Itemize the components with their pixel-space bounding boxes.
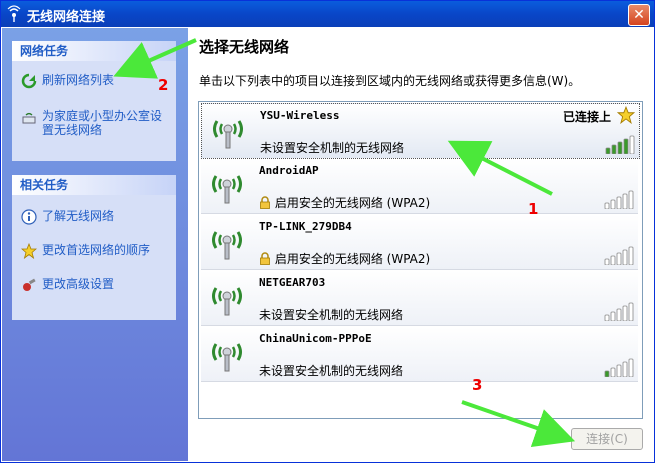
signal-bar bbox=[604, 314, 610, 321]
network-item-netgear703[interactable]: NETGEAR703 未设置安全机制的无线网络 bbox=[201, 271, 638, 326]
instruction-text: 单击以下列表中的项目以连接到区域内的无线网络或获得更多信息(W)。 bbox=[199, 74, 581, 88]
close-icon: ✕ bbox=[633, 7, 645, 23]
task-refresh-network-list[interactable]: 刷新网络列表 bbox=[12, 67, 176, 93]
signal-bar bbox=[622, 193, 628, 209]
signal-strength-icon bbox=[604, 358, 634, 377]
signal-bar bbox=[604, 202, 610, 209]
signal-strength-icon bbox=[605, 135, 635, 154]
signal-bar bbox=[605, 147, 611, 154]
related-tasks-header: 相关任务 bbox=[12, 175, 176, 195]
network-ssid: TP-LINK_279DB4 bbox=[259, 220, 352, 233]
task-label: 了解无线网络 bbox=[42, 209, 115, 223]
close-button[interactable]: ✕ bbox=[628, 4, 650, 26]
annotation-number-3: 3 bbox=[472, 376, 483, 394]
task-advanced-settings[interactable]: 更改高级设置 bbox=[12, 271, 176, 297]
info-icon bbox=[21, 209, 37, 225]
signal-bar bbox=[622, 361, 628, 377]
annotation-number-1: 1 bbox=[528, 200, 539, 218]
preferred-star-icon bbox=[617, 106, 635, 124]
network-list[interactable]: YSU-Wireless 未设置安全机制的无线网络 已连接上 AndroidAP… bbox=[198, 101, 643, 419]
signal-bar bbox=[623, 138, 629, 154]
task-learn-wireless[interactable]: 了解无线网络 bbox=[12, 203, 176, 229]
task-label: 刷新网络列表 bbox=[42, 73, 115, 87]
signal-bar bbox=[616, 196, 622, 209]
network-ssid: AndroidAP bbox=[259, 164, 319, 177]
signal-bar bbox=[616, 252, 622, 265]
lock-icon bbox=[260, 252, 270, 265]
advanced-settings-icon bbox=[23, 278, 36, 291]
page-title: 选择无线网络 bbox=[199, 38, 290, 56]
annotation-number-2: 2 bbox=[158, 76, 169, 94]
wireless-antenna-icon bbox=[212, 287, 242, 316]
signal-bar bbox=[616, 364, 622, 377]
connection-status: 已连接上 bbox=[562, 110, 611, 124]
network-item-chinaunicom[interactable]: ChinaUnicom-PPPoE 未设置安全机制的无线网络 bbox=[201, 327, 638, 382]
network-item-ysu-wireless[interactable]: YSU-Wireless 未设置安全机制的无线网络 已连接上 bbox=[201, 103, 640, 159]
signal-bar bbox=[628, 190, 634, 209]
wireless-antenna-icon bbox=[212, 175, 242, 204]
task-label: 更改高级设置 bbox=[42, 277, 115, 291]
network-security-row: 启用安全的无线网络 (WPA2) bbox=[259, 194, 430, 211]
signal-strength-icon bbox=[604, 246, 634, 265]
network-ssid: ChinaUnicom-PPPoE bbox=[259, 332, 372, 345]
signal-bar bbox=[604, 258, 610, 265]
wireless-antenna-icon bbox=[212, 343, 242, 372]
signal-bar bbox=[622, 249, 628, 265]
wireless-network-icon bbox=[7, 5, 21, 22]
signal-bar bbox=[628, 358, 634, 377]
wireless-antenna-icon bbox=[213, 120, 243, 149]
network-ssid: NETGEAR703 bbox=[259, 276, 326, 289]
network-security: 启用安全的无线网络 (WPA2) bbox=[274, 252, 431, 266]
signal-bar bbox=[617, 141, 623, 154]
signal-strength-icon bbox=[604, 302, 634, 321]
signal-bar bbox=[628, 302, 634, 321]
star-icon bbox=[21, 243, 37, 259]
network-tasks-header: 网络任务 bbox=[12, 41, 176, 61]
wireless-setup-icon bbox=[22, 112, 36, 124]
related-tasks-box: 相关任务 了解无线网络 更改首选网络的顺序 更改高级设置 bbox=[12, 175, 176, 320]
signal-bar bbox=[610, 311, 616, 321]
refresh-icon bbox=[21, 73, 37, 89]
network-security: 未设置安全机制的无线网络 bbox=[259, 364, 404, 378]
task-label: 更改首选网络的顺序 bbox=[42, 243, 151, 257]
network-security: 启用安全的无线网络 (WPA2) bbox=[274, 196, 431, 210]
window-title: 无线网络连接 bbox=[27, 10, 106, 25]
connect-button[interactable]: 连接(C) bbox=[571, 428, 643, 450]
task-setup-wireless[interactable]: 为家庭或小型办公室设置无线网络 bbox=[12, 103, 176, 143]
network-ssid: YSU-Wireless bbox=[260, 109, 340, 122]
network-item-androidap[interactable]: AndroidAP 启用安全的无线网络 (WPA2) bbox=[201, 159, 638, 214]
signal-bar bbox=[616, 308, 622, 321]
wireless-antenna-icon bbox=[212, 231, 242, 260]
lock-icon bbox=[260, 196, 270, 209]
signal-bar bbox=[604, 370, 610, 377]
signal-bar bbox=[628, 246, 634, 265]
network-item-tp-link[interactable]: TP-LINK_279DB4 启用安全的无线网络 (WPA2) bbox=[201, 215, 638, 270]
signal-bar bbox=[622, 305, 628, 321]
signal-bar bbox=[610, 255, 616, 265]
network-tasks-box: 网络任务 刷新网络列表 为家庭或小型办公室设置无线网络 bbox=[12, 41, 176, 161]
signal-bar bbox=[611, 144, 617, 154]
signal-bar bbox=[610, 199, 616, 209]
signal-strength-icon bbox=[604, 190, 634, 209]
network-security: 未设置安全机制的无线网络 bbox=[260, 141, 405, 155]
task-change-preferred-order[interactable]: 更改首选网络的顺序 bbox=[12, 237, 176, 263]
task-label: 为家庭或小型办公室设置无线网络 bbox=[42, 109, 163, 137]
title-bar[interactable]: 无线网络连接 ✕ bbox=[1, 1, 654, 27]
network-security-row: 启用安全的无线网络 (WPA2) bbox=[259, 250, 430, 267]
network-security: 未设置安全机制的无线网络 bbox=[259, 308, 404, 322]
signal-bar bbox=[610, 367, 616, 377]
signal-bar bbox=[629, 135, 635, 154]
